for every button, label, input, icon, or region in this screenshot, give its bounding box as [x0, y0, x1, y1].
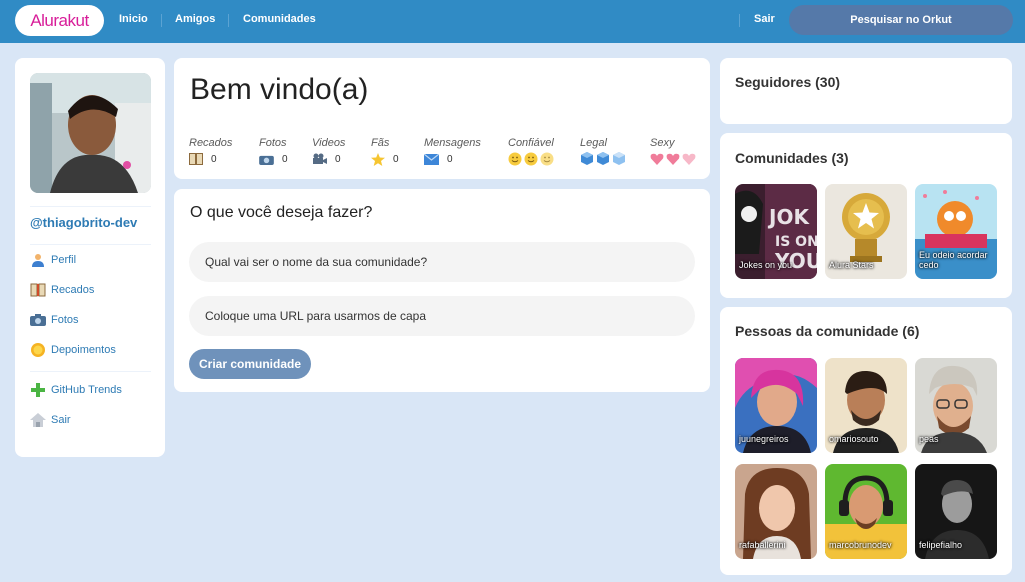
- community-card[interactable]: Alura Stars: [825, 184, 907, 279]
- stat-mensagens: Mensagens 0: [424, 137, 481, 166]
- sidebar-item-label: GitHub Trends: [51, 384, 122, 396]
- nav-inicio-link[interactable]: Inicio: [119, 13, 148, 25]
- person-card[interactable]: felipefialho: [915, 464, 997, 559]
- video-camera-icon: [312, 153, 327, 165]
- stat-label: Mensagens: [424, 137, 481, 149]
- stat-fotos: Fotos 0: [259, 137, 288, 166]
- sidebar-item-recados[interactable]: Recados: [30, 282, 94, 298]
- communities-title[interactable]: Comunidades (3): [735, 150, 849, 166]
- camera-icon: [30, 312, 46, 328]
- sidebar-item-label: Fotos: [51, 314, 79, 326]
- smiley-icon: [508, 152, 554, 166]
- divider: [30, 206, 151, 207]
- page-title: Bem vindo(a): [190, 73, 369, 106]
- create-community-form: O que você deseja fazer? Qual vai ser o …: [174, 189, 710, 392]
- user-icon: [30, 252, 46, 268]
- heart-icon: [650, 152, 696, 166]
- stat-label: Videos: [312, 137, 346, 149]
- star-icon: [371, 152, 385, 166]
- avatar[interactable]: [30, 73, 151, 193]
- community-name: Alura Stars: [829, 260, 874, 270]
- communities-box: Comunidades (3) JOK IS ON YOU Jokes on y…: [720, 133, 1012, 298]
- person-card[interactable]: peas: [915, 358, 997, 453]
- form-title: O que você deseja fazer?: [190, 204, 373, 221]
- sidebar-item-depoimentos[interactable]: Depoimentos: [30, 342, 116, 358]
- person-card[interactable]: juunegreiros: [735, 358, 817, 453]
- nav-divider: [228, 14, 229, 27]
- stat-value: 0: [211, 153, 217, 165]
- nav-divider: [739, 14, 740, 27]
- community-name: Jokes on you: [739, 260, 793, 270]
- person-name: peas: [919, 434, 939, 444]
- person-name: rafaballerini: [739, 540, 786, 550]
- home-icon: [30, 412, 46, 428]
- sidebar-item-label: Depoimentos: [51, 344, 116, 356]
- sidebar-item-label: Recados: [51, 284, 95, 296]
- stat-value: 0: [335, 153, 341, 165]
- stat-fas: Fãs 0: [371, 137, 399, 166]
- stat-value: 0: [393, 153, 399, 165]
- community-name: Eu odeio acordar cedo: [919, 250, 988, 270]
- nav-comunidades-link[interactable]: Comunidades: [243, 13, 316, 25]
- community-cover-url-input[interactable]: Coloque uma URL para usarmos de capa: [189, 296, 695, 336]
- sidebar-item-label: Sair: [51, 414, 71, 426]
- nav-divider: [161, 14, 162, 27]
- envelope-icon: [424, 153, 439, 165]
- svg-text:JOK: JOK: [767, 205, 810, 229]
- community-card[interactable]: Eu odeio acordar cedo: [915, 184, 997, 279]
- search-orkut-input[interactable]: Pesquisar no Orkut: [789, 5, 1013, 35]
- community-card[interactable]: JOK IS ON YOU Jokes on you: [735, 184, 817, 279]
- welcome-box: Bem vindo(a) Recados 0 Fotos 0 Videos 0 …: [174, 58, 710, 179]
- sun-icon: [30, 342, 46, 358]
- stat-legal: Legal: [580, 137, 626, 166]
- divider: [30, 244, 151, 245]
- stat-recados: Recados 0: [189, 137, 232, 166]
- svg-text:IS ON: IS ON: [775, 234, 817, 250]
- person-card[interactable]: omariosouto: [825, 358, 907, 453]
- camera-icon: [259, 154, 274, 165]
- sidebar-item-label: Perfil: [51, 254, 77, 266]
- sidebar-item-sair[interactable]: Sair: [30, 412, 71, 428]
- followers-box: Seguidores (30): [720, 58, 1012, 124]
- create-community-button[interactable]: Criar comunidade: [189, 349, 311, 379]
- nav-amigos-link[interactable]: Amigos: [175, 13, 215, 25]
- profile-username[interactable]: @thiagobrito-dev: [30, 215, 137, 230]
- stat-value: 0: [447, 153, 453, 165]
- stat-videos: Videos 0: [312, 137, 345, 166]
- book-icon: [189, 153, 203, 165]
- person-card[interactable]: rafaballerini: [735, 464, 817, 559]
- person-name: marcobrunodev: [829, 540, 892, 550]
- stat-label: Legal: [580, 137, 607, 149]
- community-people-box: Pessoas da comunidade (6) juunegreiros o…: [720, 307, 1012, 575]
- stat-label: Recados: [189, 137, 233, 149]
- stat-label: Fotos: [259, 137, 287, 149]
- nav-sair-link[interactable]: Sair: [754, 13, 775, 25]
- person-name: felipefialho: [919, 540, 963, 550]
- sidebar-item-github-trends[interactable]: GitHub Trends: [30, 382, 122, 398]
- profile-sidebar: @thiagobrito-dev Perfil Recados Fotos De…: [15, 58, 165, 457]
- ice-cube-icon: [580, 152, 626, 166]
- sidebar-item-fotos[interactable]: Fotos: [30, 312, 79, 328]
- divider: [30, 371, 151, 372]
- person-name: juunegreiros: [739, 434, 789, 444]
- stat-label: Fãs: [371, 137, 390, 149]
- plus-icon: [30, 382, 46, 398]
- community-name-input[interactable]: Qual vai ser o nome da sua comunidade?: [189, 242, 695, 282]
- followers-title[interactable]: Seguidores (30): [735, 74, 840, 90]
- people-title[interactable]: Pessoas da comunidade (6): [735, 323, 919, 339]
- stat-confiavel: Confiável: [508, 137, 554, 166]
- sidebar-item-perfil[interactable]: Perfil: [30, 252, 76, 268]
- top-bar: Alurakut Inicio Amigos Comunidades Sair …: [0, 0, 1025, 43]
- stat-sexy: Sexy: [650, 137, 696, 166]
- book-icon: [30, 282, 46, 298]
- alurakut-logo[interactable]: Alurakut: [15, 5, 104, 36]
- person-name: omariosouto: [829, 434, 879, 444]
- stat-label: Confiável: [508, 137, 554, 149]
- stat-value: 0: [282, 153, 288, 165]
- person-card[interactable]: marcobrunodev: [825, 464, 907, 559]
- stat-label: Sexy: [650, 137, 675, 149]
